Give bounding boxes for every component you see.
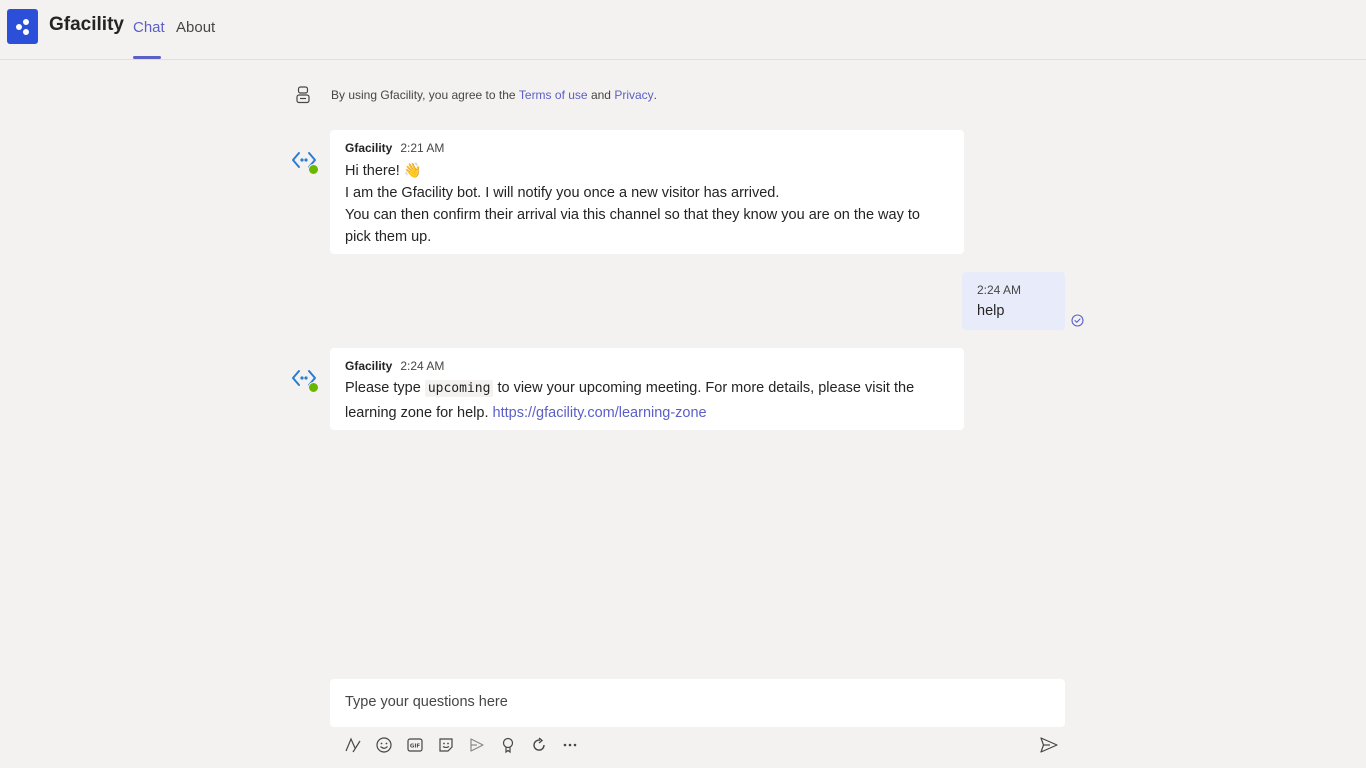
sticker-icon[interactable] bbox=[436, 735, 456, 755]
gfacility-logo-icon bbox=[15, 18, 29, 35]
message-text: Please type upcoming to view your upcomi… bbox=[345, 376, 949, 425]
message-time: 2:24 AM bbox=[977, 283, 1022, 297]
compose-box bbox=[330, 679, 1065, 727]
user-message-card: 2:24 AM help bbox=[962, 272, 1065, 330]
emoji-icon[interactable] bbox=[374, 735, 394, 755]
format-icon[interactable] bbox=[343, 735, 363, 755]
app-header: Gfacility Chat About bbox=[0, 0, 1366, 60]
message-sender: Gfacility bbox=[345, 359, 393, 373]
bot-icon bbox=[296, 85, 314, 105]
gif-icon[interactable]: GIF bbox=[405, 735, 425, 755]
message-text: help bbox=[977, 303, 1005, 319]
message-meta: Gfacility 2:24 AM bbox=[345, 358, 949, 374]
active-tab-indicator bbox=[133, 56, 161, 59]
seen-check-icon bbox=[1071, 314, 1084, 327]
privacy-link[interactable]: Privacy bbox=[614, 88, 653, 102]
app-logo[interactable] bbox=[7, 9, 38, 44]
message-sender: Gfacility bbox=[345, 141, 393, 155]
learning-zone-link[interactable]: https://gfacility.com/learning-zone bbox=[493, 405, 707, 421]
compose-toolbar: GIF bbox=[343, 734, 591, 756]
message-input[interactable] bbox=[330, 679, 1065, 725]
terms-of-use-link[interactable]: Terms of use bbox=[519, 88, 588, 102]
more-options-icon[interactable] bbox=[560, 735, 580, 755]
presence-available-icon bbox=[308, 164, 319, 175]
consent-suffix: . bbox=[653, 88, 657, 102]
consent-notice: By using Gfacility, you agree to the Ter… bbox=[296, 85, 657, 105]
loop-icon[interactable] bbox=[529, 735, 549, 755]
message-time: 2:21 AM bbox=[400, 141, 445, 155]
app-title: Gfacility bbox=[49, 14, 124, 35]
consent-prefix: By using Gfacility, you agree to the bbox=[331, 88, 516, 102]
bot-message-card: Gfacility 2:24 AM Please type upcoming to… bbox=[330, 348, 964, 430]
consent-middle: and bbox=[590, 88, 611, 102]
tab-about[interactable]: About bbox=[176, 19, 215, 36]
tab-chat[interactable]: Chat bbox=[133, 19, 165, 36]
command-code: upcoming bbox=[424, 380, 494, 397]
message-line: Hi there! 👋 bbox=[345, 163, 422, 179]
send-icon[interactable] bbox=[1039, 735, 1059, 755]
presence-available-icon bbox=[308, 382, 319, 393]
message-line: I am the Gfacility bot. I will notify yo… bbox=[345, 185, 780, 201]
message-text-before: Please type bbox=[345, 380, 425, 396]
message-time: 2:24 AM bbox=[400, 359, 445, 373]
message-line: You can then confirm their arrival via t… bbox=[345, 207, 920, 245]
bot-message-card: Gfacility 2:21 AM Hi there! 👋 I am the Gf… bbox=[330, 130, 964, 254]
praise-icon[interactable] bbox=[498, 735, 518, 755]
bot-avatar[interactable] bbox=[291, 147, 321, 177]
message-meta: Gfacility 2:21 AM bbox=[345, 140, 949, 156]
svg-text:GIF: GIF bbox=[410, 744, 421, 750]
bot-avatar[interactable] bbox=[291, 365, 321, 395]
schedule-meeting-icon[interactable] bbox=[467, 735, 487, 755]
